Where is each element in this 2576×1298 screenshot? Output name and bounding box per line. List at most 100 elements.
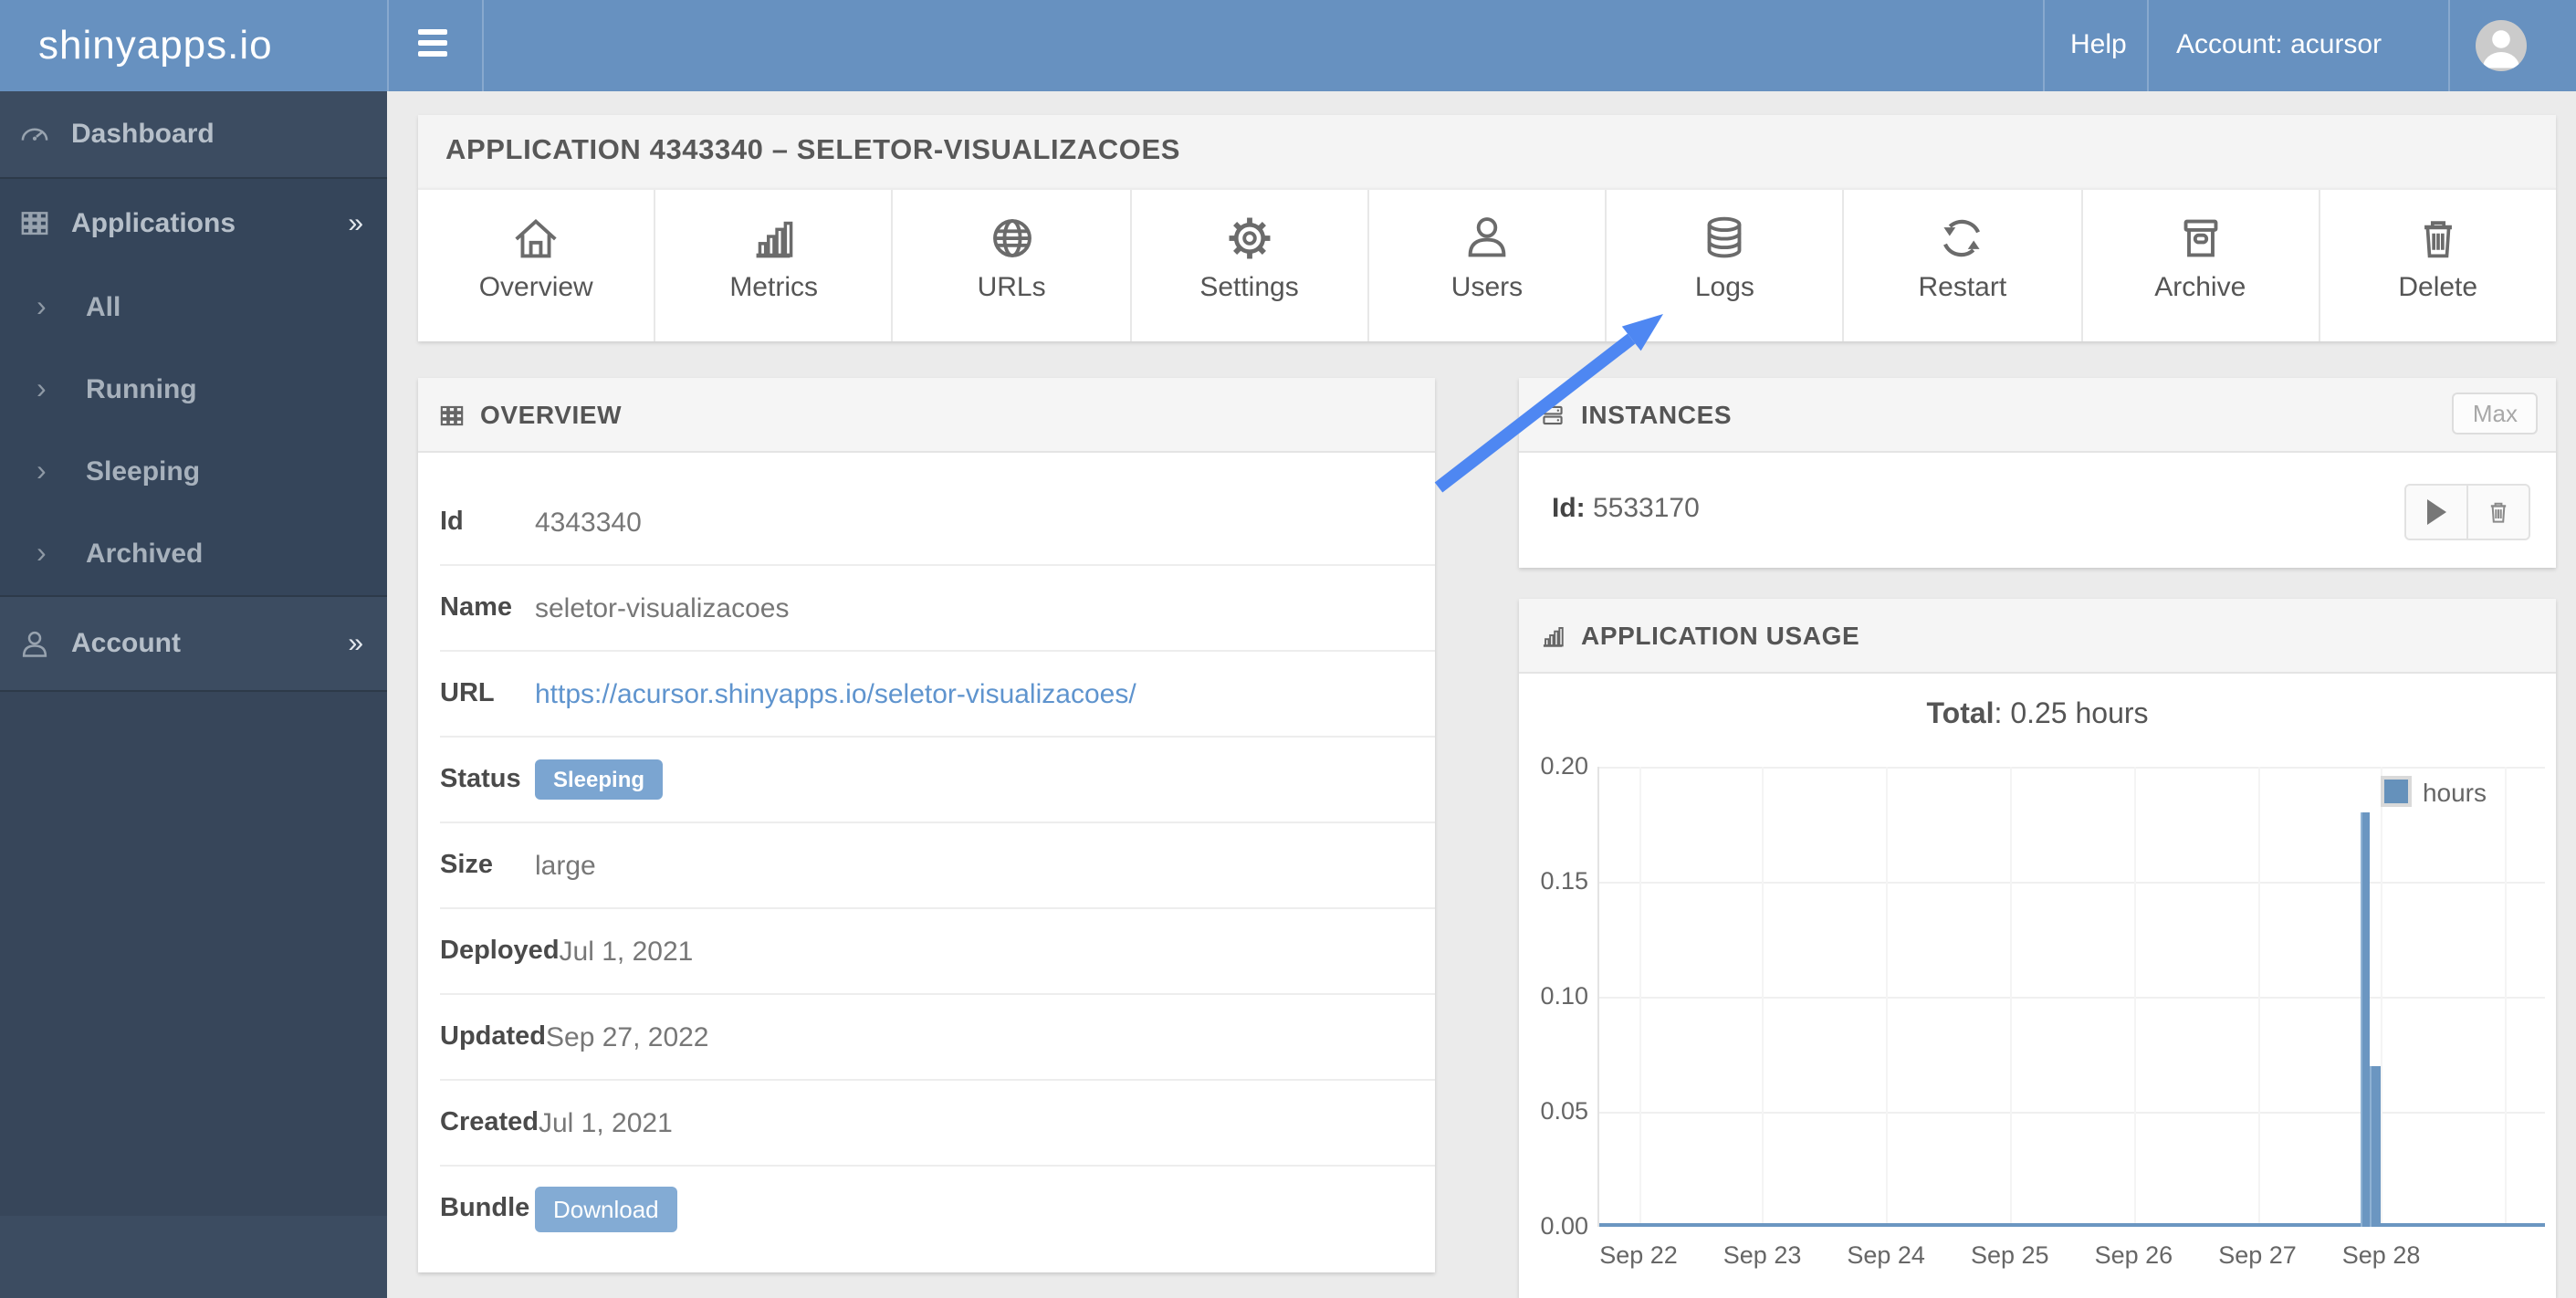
chevron-double-right-icon: » — [348, 207, 363, 238]
gridline-h — [1599, 882, 2545, 884]
usage-baseline-bars — [1599, 1222, 2545, 1227]
overview-table: Id 4343340 Name seletor-visualizacoes URL htt… — [418, 453, 1435, 1251]
sidebar-item-label: Applications — [71, 207, 236, 238]
overview-row-status: Status Sleeping — [440, 736, 1435, 822]
overview-label: Bundle — [440, 1194, 530, 1223]
overview-panel-header: OVERVIEW — [418, 378, 1435, 453]
page-title: APPLICATION 4343340 – SELETOR-VISUALIZAC… — [445, 135, 1181, 166]
help-link[interactable]: Help — [2070, 0, 2127, 91]
sidebar-subitem-label: Archived — [86, 539, 204, 570]
sidebar-item-archived[interactable]: › Archived — [0, 513, 387, 595]
restart-icon — [1934, 210, 1991, 267]
chevron-double-right-icon: » — [348, 628, 363, 659]
usage-panel-header: APPLICATION USAGE — [1519, 599, 2556, 674]
toolbar-item-archive[interactable]: Archive — [2082, 190, 2320, 341]
overview-panel: OVERVIEW Id 4343340 Name seletor-visualizac… — [418, 378, 1435, 1272]
trash-icon — [2410, 210, 2466, 267]
gridline-v — [2381, 767, 2383, 1227]
instances-panel-title: INSTANCES — [1581, 400, 1733, 429]
gridline-v — [1886, 767, 1889, 1227]
sidebar-item-all[interactable]: › All — [0, 267, 387, 349]
overview-value: Sep 27, 2022 — [546, 1021, 709, 1052]
app-url-link[interactable]: https://acursor.shinyapps.io/seletor-vis… — [535, 678, 1136, 709]
usage-total: Total: 0.25 hours — [1926, 699, 2149, 730]
toolbar-item-urls[interactable]: URLs — [894, 190, 1132, 341]
start-instance-button[interactable] — [2406, 486, 2466, 539]
gridline-h — [1599, 767, 2545, 769]
x-axis-tick-label: Sep 24 — [1847, 1241, 1925, 1269]
chart-legend[interactable]: hours — [2380, 776, 2487, 807]
toolbar-item-overview[interactable]: Overview — [418, 190, 656, 341]
navbar-divider — [2448, 0, 2450, 91]
archive-icon — [2172, 210, 2228, 267]
toolbar-item-users[interactable]: Users — [1369, 190, 1607, 341]
app-root: shinyapps.io Help Account: acursor Dashb… — [0, 0, 2576, 1298]
y-axis-tick-label: 0.00 — [1540, 1212, 1588, 1240]
overview-label: Size — [440, 851, 494, 880]
sidebar-item-dashboard[interactable]: Dashboard — [0, 91, 387, 179]
gridline-v — [1762, 767, 1764, 1227]
toolbar-item-metrics[interactable]: Metrics — [655, 190, 894, 341]
overview-panel-title: OVERVIEW — [480, 400, 623, 429]
toolbar-item-label: Users — [1450, 272, 1524, 303]
overview-row-url: URL https://acursor.shinyapps.io/seletor-… — [440, 650, 1435, 736]
account-menu[interactable]: Account: acursor — [2176, 0, 2382, 91]
sidebar-item-label: Account — [71, 628, 181, 659]
download-bundle-button[interactable]: Download — [535, 1186, 677, 1231]
toolbar-item-settings[interactable]: Settings — [1131, 190, 1369, 341]
sidebar-item-running[interactable]: › Running — [0, 349, 387, 431]
chevron-right-icon: › — [37, 291, 47, 322]
user-icon — [1459, 210, 1515, 267]
hamburger-menu-icon[interactable] — [418, 29, 453, 62]
toolbar-item-label: Logs — [1694, 272, 1754, 303]
overview-value: seletor-visualizacoes — [535, 592, 790, 623]
sidebar-item-applications[interactable]: Applications » — [0, 179, 387, 267]
gridline-v — [1639, 767, 1640, 1227]
toolbar-item-label: Settings — [1199, 272, 1299, 303]
usage-panel-title: APPLICATION USAGE — [1581, 621, 1860, 650]
x-axis-tick-label: Sep 28 — [2341, 1241, 2421, 1269]
overview-row-size: Size large — [440, 822, 1435, 907]
overview-label: Deployed — [440, 937, 560, 966]
sidebar-item-sleeping[interactable]: › Sleeping — [0, 431, 387, 513]
toolbar-item-logs[interactable]: Logs — [1607, 190, 1845, 341]
gridline-h — [1599, 997, 2545, 999]
toolbar-item-label: Archive — [2154, 272, 2246, 303]
status-badge: Sleeping — [535, 759, 664, 800]
delete-instance-button[interactable] — [2466, 486, 2529, 539]
sidebar-item-label: Dashboard — [71, 119, 215, 150]
brand-logo[interactable]: shinyapps.io — [38, 0, 273, 91]
sidebar-subitem-label: Running — [86, 374, 197, 405]
navbar-divider — [387, 0, 389, 91]
instance-id: Id: 5533170 — [1552, 493, 1700, 524]
gear-icon — [1221, 210, 1278, 267]
overview-row-bundle: Bundle Download — [440, 1165, 1435, 1251]
instances-panel: INSTANCES Max Id: 5533170 — [1519, 378, 2556, 568]
grid-icon — [16, 204, 53, 241]
user-avatar[interactable] — [2476, 20, 2527, 71]
overview-row-id: Id 4343340 — [440, 480, 1435, 564]
page-title-bar: APPLICATION 4343340 – SELETOR-VISUALIZAC… — [418, 115, 2556, 188]
sidebar-item-account[interactable]: Account » — [0, 597, 387, 692]
x-axis-tick-label: Sep 25 — [1970, 1241, 2049, 1269]
toolbar-item-delete[interactable]: Delete — [2320, 190, 2556, 341]
bar-chart-icon — [1537, 620, 1568, 651]
toolbar-item-restart[interactable]: Restart — [1845, 190, 2083, 341]
top-navbar: shinyapps.io Help Account: acursor — [0, 0, 2576, 91]
globe-icon — [983, 210, 1040, 267]
overview-row-deployed: Deployed Jul 1, 2021 — [440, 907, 1435, 993]
sidebar-filler — [0, 692, 387, 1216]
navbar-divider — [2147, 0, 2149, 91]
server-icon — [1537, 399, 1568, 430]
overview-row-created: Created Jul 1, 2021 — [440, 1079, 1435, 1165]
x-axis-tick-label: Sep 27 — [2218, 1241, 2297, 1269]
overview-label: Updated — [440, 1022, 546, 1052]
instance-actions — [2404, 484, 2530, 540]
max-button[interactable]: Max — [2452, 393, 2538, 434]
grid-icon — [436, 399, 467, 430]
toolbar-item-label: Restart — [1918, 272, 2007, 303]
toolbar-item-label: Overview — [478, 272, 593, 303]
usage-panel: APPLICATION USAGE Total: 0.25 hours 0.00… — [1519, 599, 2556, 1298]
instance-row: Id: 5533170 — [1519, 453, 2556, 570]
sidebar-subitem-label: Sleeping — [86, 456, 201, 487]
